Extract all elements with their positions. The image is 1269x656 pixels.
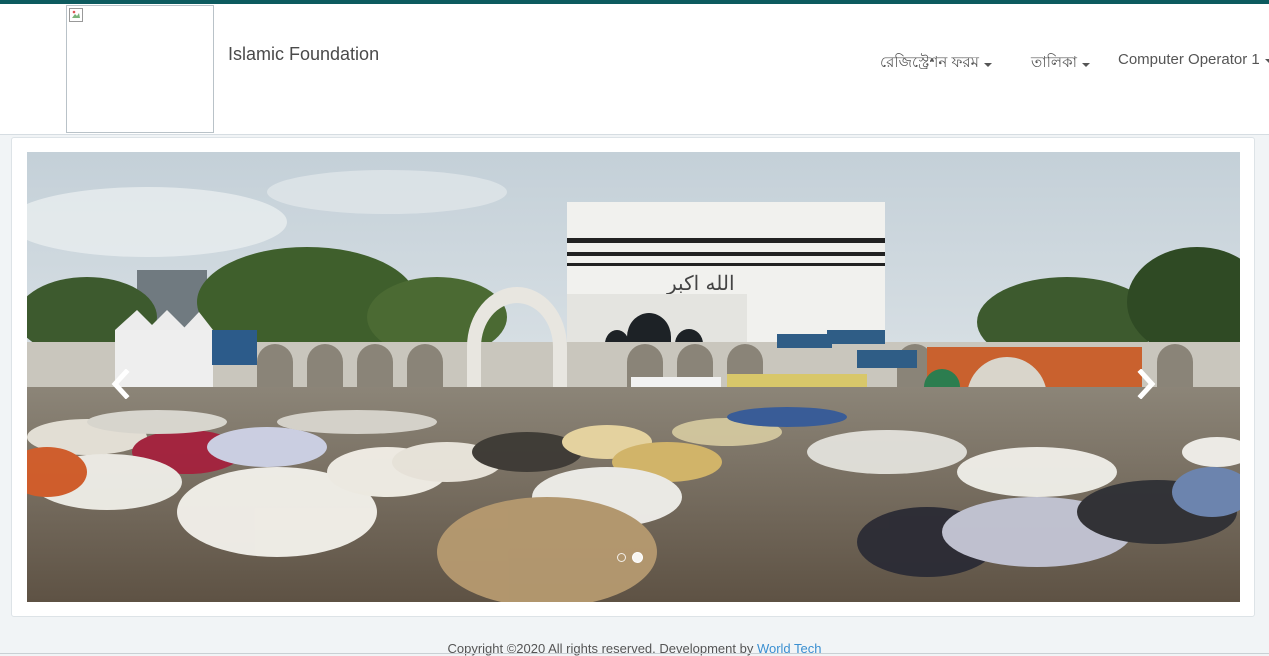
broken-image-icon [69, 8, 83, 22]
chevron-right-icon [1137, 369, 1156, 399]
carousel-indicator-2[interactable] [632, 552, 643, 563]
caret-down-icon [1081, 62, 1090, 67]
nav-list[interactable]: তালিকা [1031, 51, 1090, 76]
carousel-prev-button[interactable] [101, 364, 141, 404]
caret-down-icon [1264, 58, 1269, 63]
nav-registration-form-label: রেজিস্ট্রেশন ফরম [880, 54, 979, 71]
carousel-slide-image: الله اكبر [27, 152, 1240, 602]
nav-list-label: তালিকা [1031, 54, 1077, 71]
chevron-left-icon [111, 369, 130, 399]
caret-down-icon [984, 62, 992, 67]
carousel-indicator-1[interactable] [617, 553, 626, 562]
nav-registration-form[interactable]: রেজিস্ট্রেশন ফরম [880, 51, 992, 76]
image-carousel[interactable]: الله اكبر [27, 152, 1240, 602]
nav-user-menu[interactable]: Computer Operator 1 [1118, 51, 1269, 68]
footer-divider [0, 653, 1269, 654]
navbar: Islamic Foundation রেজিস্ট্রেশন ফরম তালি… [0, 4, 1269, 135]
nav-user-label: Computer Operator 1 [1118, 51, 1260, 68]
carousel-indicators [617, 552, 643, 563]
brand-name[interactable]: Islamic Foundation [228, 44, 379, 65]
carousel-next-button[interactable] [1126, 364, 1166, 404]
banner-arabic-text: الله اكبر [666, 271, 735, 295]
brand-logo[interactable] [66, 5, 214, 133]
